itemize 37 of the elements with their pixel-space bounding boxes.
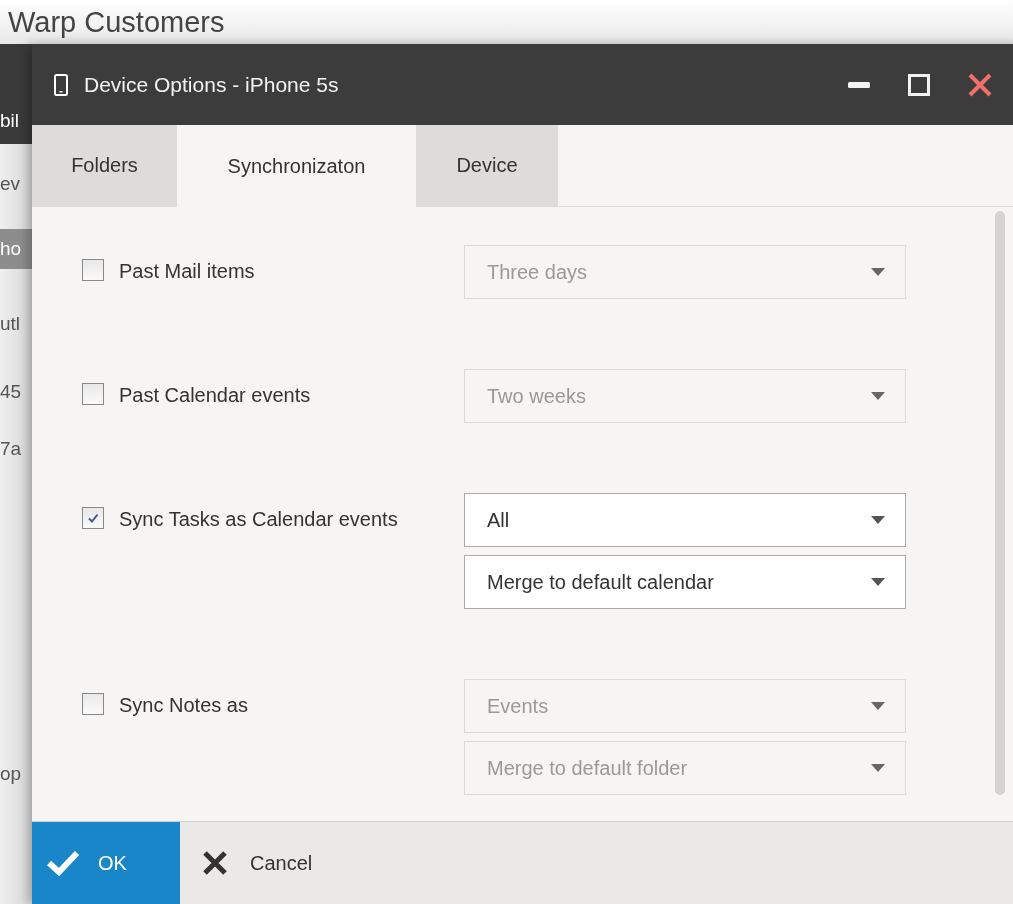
background-text: 7a xyxy=(0,438,22,460)
close-icon[interactable] xyxy=(968,72,992,97)
background-text: ho xyxy=(0,238,22,260)
caret-icon xyxy=(871,578,885,586)
checkbox[interactable] xyxy=(82,259,104,281)
dropdown[interactable]: All xyxy=(464,493,906,547)
option-label: Past Calendar events xyxy=(119,383,311,407)
background-text: utl xyxy=(0,313,21,335)
option-label: Sync Notes as xyxy=(119,693,248,717)
window-title: Device Options - iPhone 5s xyxy=(84,72,339,97)
caret-icon xyxy=(871,392,885,400)
phone-icon xyxy=(54,73,68,96)
option-label: Past Mail items xyxy=(119,259,255,283)
minimize-icon[interactable] xyxy=(848,81,870,88)
background-text: ev xyxy=(0,173,21,195)
checkbox[interactable] xyxy=(82,507,104,529)
checkbox[interactable] xyxy=(82,693,104,715)
maximize-icon[interactable] xyxy=(908,73,930,96)
scrollbar-thumb[interactable] xyxy=(995,211,1005,795)
x-icon xyxy=(202,850,228,876)
cancel-button[interactable]: Cancel xyxy=(180,822,319,904)
caret-icon xyxy=(871,268,885,276)
checkbox[interactable] xyxy=(82,383,104,405)
caret-icon xyxy=(871,764,885,772)
page-heading: Warp Customers xyxy=(8,8,225,37)
background-text: 45 xyxy=(0,381,22,403)
caret-icon xyxy=(871,516,885,524)
tab[interactable]: Device xyxy=(416,125,558,207)
dropdown[interactable]: Merge to default calendar xyxy=(464,555,906,609)
background-text: op xyxy=(0,763,22,785)
checkmark-icon xyxy=(87,512,99,524)
tab[interactable]: Folders xyxy=(32,125,177,207)
option-label: Sync Tasks as Calendar events xyxy=(119,507,398,531)
checkmark-icon xyxy=(46,850,80,876)
background-text: bil xyxy=(0,110,19,132)
ok-button[interactable]: OK xyxy=(32,822,180,904)
caret-icon xyxy=(871,702,885,710)
